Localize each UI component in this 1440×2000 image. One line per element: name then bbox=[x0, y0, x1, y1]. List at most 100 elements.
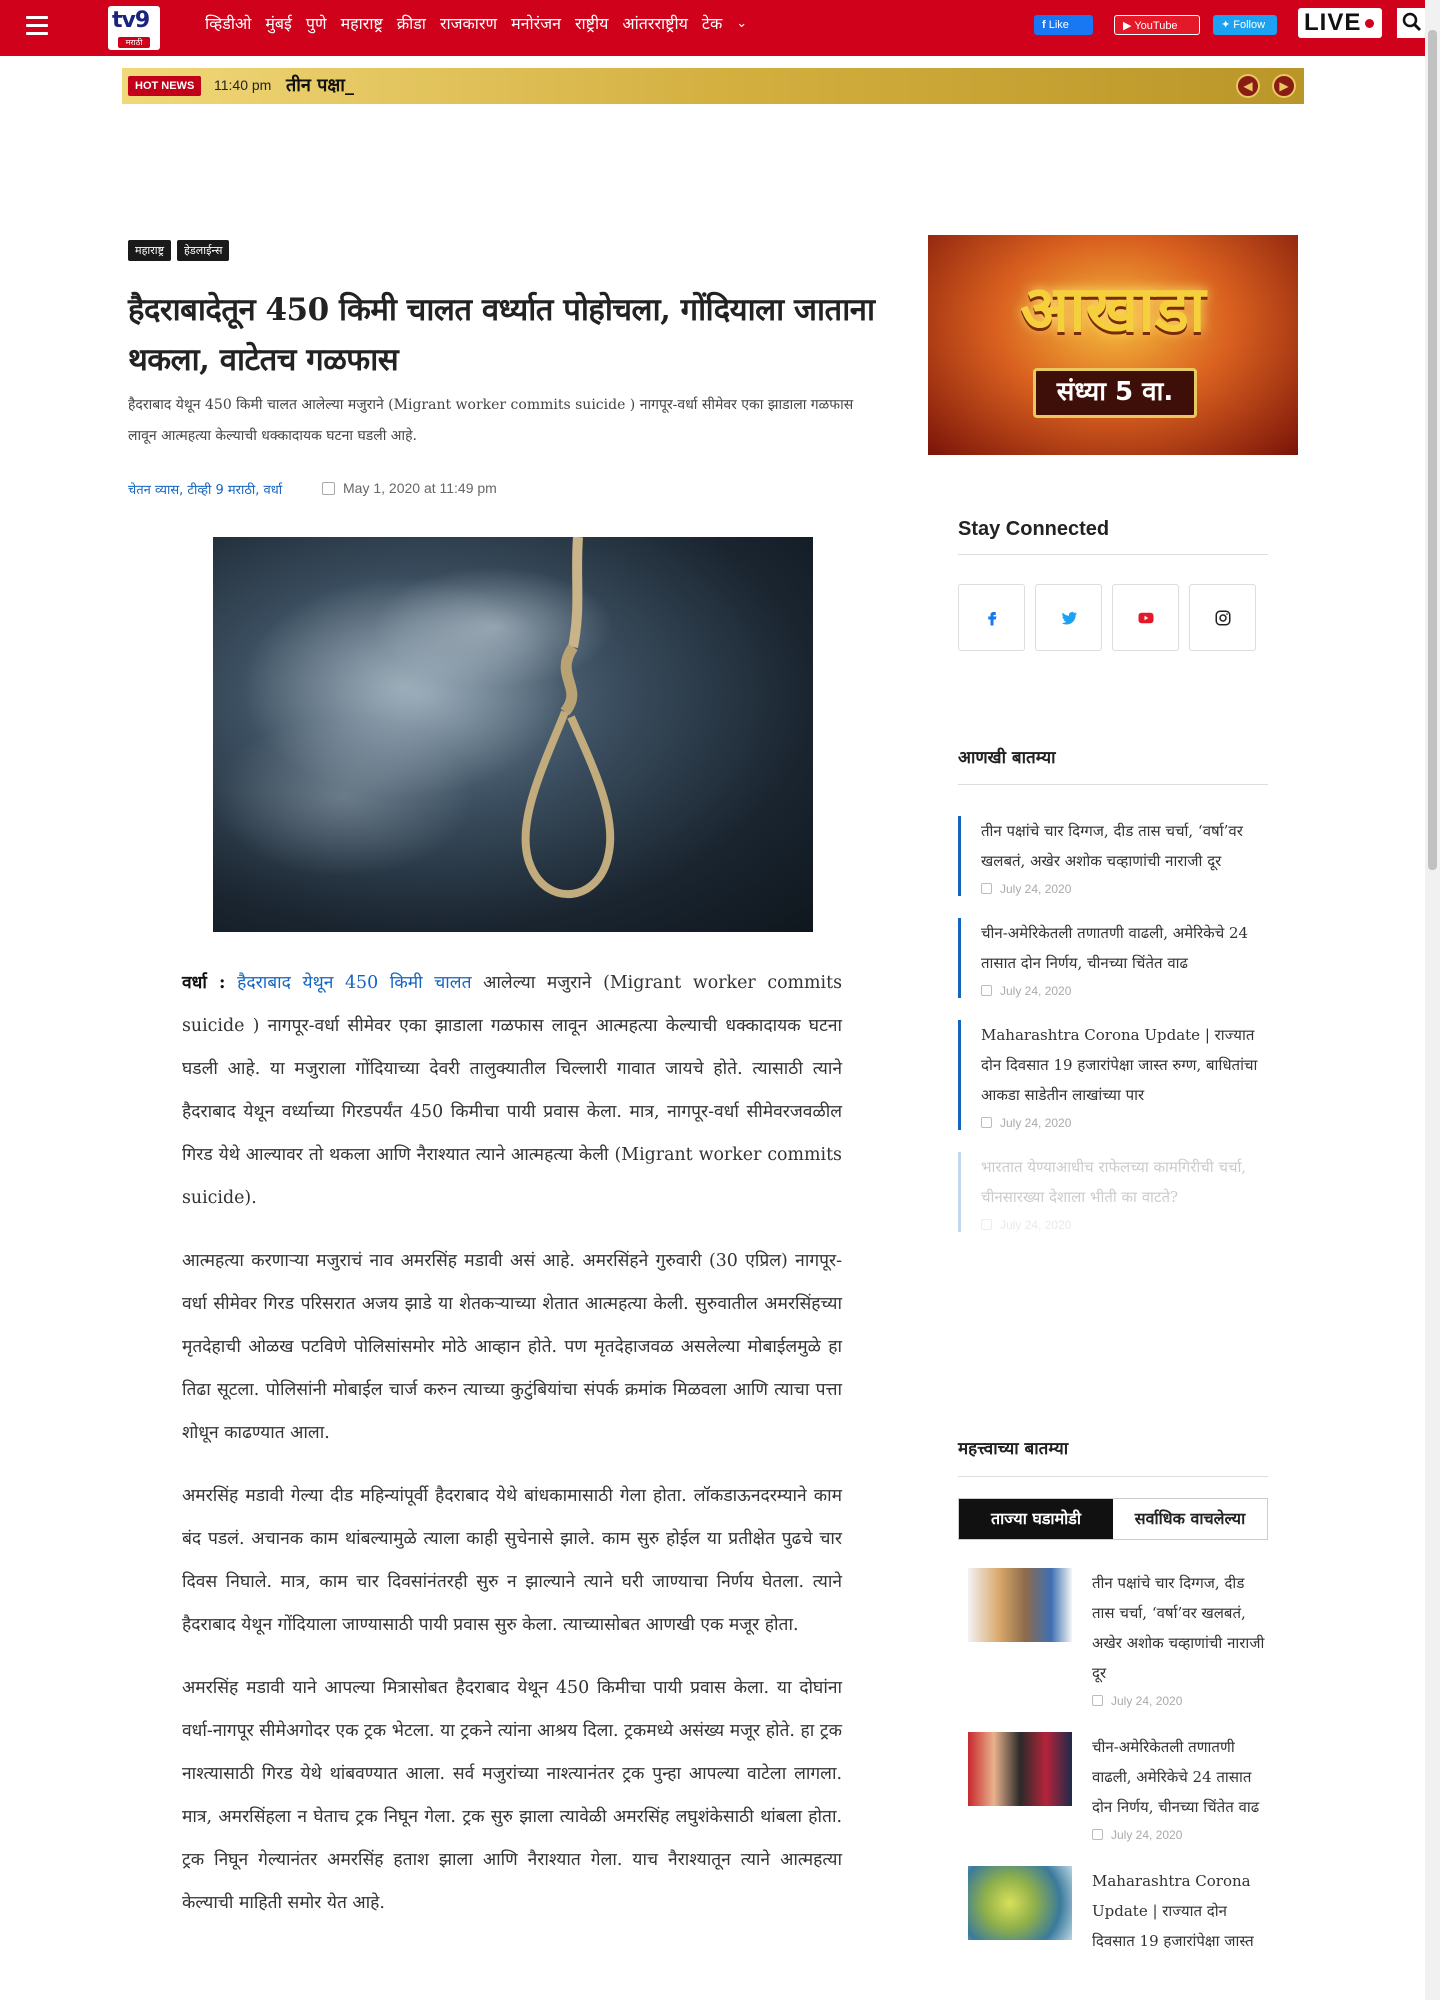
youtube-icon[interactable] bbox=[1112, 584, 1179, 651]
article-paragraph-1: वर्धा : हैदराबाद येथून 450 किमी चालत आले… bbox=[182, 962, 842, 1220]
promo-title: आखाडा bbox=[1020, 273, 1206, 347]
nav-politics[interactable]: राजकारण bbox=[433, 12, 504, 36]
news-date: July 24, 2020 bbox=[1092, 1694, 1268, 1708]
tv9-logo[interactable]: tv9 मराठी bbox=[108, 6, 160, 50]
article-author[interactable]: चेतन व्यास, टीव्ही 9 मराठी, वर्धा bbox=[128, 480, 282, 498]
live-dot-icon bbox=[1365, 19, 1374, 28]
news-title[interactable]: तीन पक्षांचे चार दिग्गज, दीड तास चर्चा, … bbox=[981, 816, 1268, 876]
news-title[interactable]: तीन पक्षांचे चार दिग्गज, दीड तास चर्चा, … bbox=[1092, 1568, 1268, 1688]
article-paragraph-2: आत्महत्या करणाऱ्या मजुराचं नाव अमरसिंह म… bbox=[182, 1251, 842, 1443]
live-label: LIVE bbox=[1304, 9, 1362, 36]
main-nav: व्हिडीओ मुंबई पुणे महाराष्ट्र क्रीडा राज… bbox=[198, 12, 754, 36]
news-title[interactable]: भारतात येण्याआधीच राफेलच्या कामगिरीची चर… bbox=[981, 1152, 1268, 1212]
list-item[interactable]: भारतात येण्याआधीच राफेलच्या कामगिरीची चर… bbox=[958, 1152, 1268, 1232]
nav-maharashtra[interactable]: महाराष्ट्र bbox=[334, 12, 390, 36]
news-date-text: July 24, 2020 bbox=[1000, 984, 1072, 998]
important-news-list: तीन पक्षांचे चार दिग्गज, दीड तास चर्चा, … bbox=[968, 1568, 1268, 1980]
hot-news-badge: HOT NEWS bbox=[128, 76, 202, 96]
nav-pune[interactable]: पुणे bbox=[299, 12, 334, 36]
list-item[interactable]: तीन पक्षांचे चार दिग्गज, दीड तास चर्चा, … bbox=[968, 1568, 1268, 1708]
tab-most-read[interactable]: सर्वाधिक वाचलेल्या bbox=[1113, 1499, 1267, 1539]
facebook-like-button[interactable]: f Like bbox=[1034, 15, 1093, 35]
news-date: July 24, 2020 bbox=[981, 1116, 1268, 1130]
calendar-icon bbox=[981, 883, 992, 894]
instagram-icon[interactable] bbox=[1189, 584, 1256, 651]
twitter-icon: ✦ bbox=[1221, 19, 1231, 31]
more-news-heading: आणखी बातम्या bbox=[958, 748, 1056, 768]
nav-mumbai[interactable]: मुंबई bbox=[258, 12, 299, 36]
news-date-text: July 24, 2020 bbox=[1000, 1218, 1072, 1232]
twitter-icon[interactable] bbox=[1035, 584, 1102, 651]
twitter-follow-label: Follow bbox=[1233, 19, 1266, 31]
ticker-time: 11:40 pm bbox=[214, 77, 272, 93]
article-paragraph-3: अमरसिंह मडावी गेल्या दीड महिन्यांपूर्वी … bbox=[182, 1486, 842, 1635]
nav-videos[interactable]: व्हिडीओ bbox=[198, 12, 258, 36]
tag-maharashtra[interactable]: महाराष्ट्र bbox=[128, 240, 172, 261]
divider bbox=[958, 554, 1268, 555]
news-thumbnail[interactable] bbox=[968, 1866, 1072, 1940]
logo-subtitle: मराठी bbox=[118, 37, 150, 48]
search-icon[interactable] bbox=[1397, 8, 1427, 38]
news-date-text: July 24, 2020 bbox=[1111, 1694, 1183, 1708]
calendar-icon bbox=[1092, 1695, 1103, 1706]
article-date-text: May 1, 2020 at 11:49 pm bbox=[343, 480, 497, 496]
article-summary: हैदराबाद येथून 450 किमी चालत आलेल्या मजु… bbox=[128, 397, 854, 444]
list-item[interactable]: चीन-अमेरिकेतली तणातणी वाढली, अमेरिकेचे 2… bbox=[958, 918, 1268, 998]
menu-icon[interactable] bbox=[26, 16, 48, 36]
news-thumbnail[interactable] bbox=[968, 1732, 1072, 1806]
twitter-follow-button[interactable]: ✦ Follow bbox=[1213, 15, 1277, 35]
article-date: May 1, 2020 at 11:49 pm bbox=[322, 480, 497, 496]
page-scrollbar[interactable] bbox=[1425, 0, 1440, 2000]
chevron-down-icon[interactable]: ⌄ bbox=[729, 12, 754, 36]
nav-international[interactable]: आंतरराष्ट्रीय bbox=[615, 12, 694, 36]
news-date: July 24, 2020 bbox=[981, 882, 1268, 896]
nav-sports[interactable]: क्रीडा bbox=[390, 12, 433, 36]
divider bbox=[958, 1476, 1268, 1477]
article-paragraph-1-text: आलेल्या मजुराने (Migrant worker commits … bbox=[182, 973, 843, 1208]
news-title[interactable]: चीन-अमेरिकेतली तणातणी वाढली, अमेरिकेचे 2… bbox=[981, 918, 1268, 978]
news-thumbnail[interactable] bbox=[968, 1568, 1072, 1642]
facebook-icon[interactable] bbox=[958, 584, 1025, 651]
article-paragraph-4: अमरसिंह मडावी याने आपल्या मित्रासोबत हैद… bbox=[182, 1678, 842, 1913]
tag-headlines[interactable]: हेडलाईन्स bbox=[177, 240, 230, 261]
news-date: July 24, 2020 bbox=[981, 1218, 1268, 1232]
news-date-text: July 24, 2020 bbox=[1111, 1828, 1183, 1842]
list-item[interactable]: Maharashtra Corona Update | राज्यात दोन … bbox=[958, 1020, 1268, 1130]
more-news-list: तीन पक्षांचे चार दिग्गज, दीड तास चर्चा, … bbox=[958, 816, 1268, 1254]
tab-latest[interactable]: ताज्या घडामोडी bbox=[959, 1499, 1113, 1539]
hot-news-ticker: HOT NEWS 11:40 pm तीन पक्षा_ ◀ ▶ bbox=[122, 68, 1304, 104]
nav-tech[interactable]: टेक bbox=[695, 12, 729, 36]
ticker-next-icon[interactable]: ▶ bbox=[1272, 74, 1296, 98]
news-date-text: July 24, 2020 bbox=[1000, 882, 1072, 896]
list-item[interactable]: चीन-अमेरिकेतली तणातणी वाढली, अमेरिकेचे 2… bbox=[968, 1732, 1268, 1842]
akhada-promo-banner[interactable]: आखाडा संध्या 5 वा. bbox=[928, 235, 1298, 455]
logo-text: tv9 bbox=[112, 8, 150, 33]
ticker-headline[interactable]: तीन पक्षा_ bbox=[286, 73, 354, 97]
nav-entertainment[interactable]: मनोरंजन bbox=[504, 12, 568, 36]
live-button[interactable]: LIVE bbox=[1298, 8, 1382, 38]
list-item[interactable]: तीन पक्षांचे चार दिग्गज, दीड तास चर्चा, … bbox=[958, 816, 1268, 896]
stay-connected-heading: Stay Connected bbox=[958, 518, 1110, 540]
youtube-icon: ▶ bbox=[1123, 20, 1132, 32]
news-title[interactable]: Maharashtra Corona Update | राज्यात दोन … bbox=[981, 1020, 1268, 1110]
list-item[interactable]: Maharashtra Corona Update | राज्यात दोन … bbox=[968, 1866, 1268, 1956]
news-title[interactable]: चीन-अमेरिकेतली तणातणी वाढली, अमेरिकेचे 2… bbox=[1092, 1732, 1268, 1822]
important-news-heading: महत्त्वाच्या बातम्या bbox=[958, 1439, 1069, 1459]
youtube-button[interactable]: ▶ YouTube bbox=[1114, 15, 1200, 35]
news-title[interactable]: Maharashtra Corona Update | राज्यात दोन … bbox=[1092, 1866, 1268, 1956]
calendar-icon bbox=[1092, 1829, 1103, 1840]
news-date: July 24, 2020 bbox=[981, 984, 1268, 998]
article-inline-link[interactable]: हैदराबाद येथून 450 किमी चालत bbox=[237, 973, 471, 993]
scrollbar-thumb[interactable] bbox=[1428, 30, 1437, 870]
nav-national[interactable]: राष्ट्रीय bbox=[568, 12, 615, 36]
article-tags: महाराष्ट्र हेडलाईन्स bbox=[128, 240, 230, 261]
news-date: July 24, 2020 bbox=[1092, 1828, 1268, 1842]
facebook-like-label: Like bbox=[1048, 19, 1069, 31]
calendar-icon bbox=[981, 1117, 992, 1128]
article-dateline-place: वर्धा : bbox=[182, 973, 226, 993]
top-navbar: tv9 मराठी व्हिडीओ मुंबई पुणे महाराष्ट्र … bbox=[0, 0, 1427, 56]
calendar-icon bbox=[981, 1219, 992, 1230]
ticker-prev-icon[interactable]: ◀ bbox=[1236, 74, 1260, 98]
social-links bbox=[958, 584, 1256, 651]
facebook-icon: f bbox=[1042, 19, 1046, 31]
